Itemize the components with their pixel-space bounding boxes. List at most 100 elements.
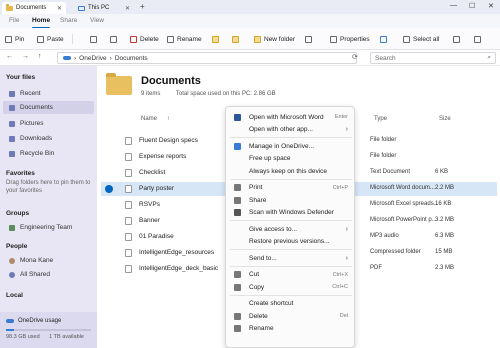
row-checkbox[interactable] [105,201,113,209]
menu-item-send-to[interactable]: Send to... › [230,252,352,264]
invert-selection-button[interactable] [474,33,481,45]
cloud-icon [6,319,14,323]
breadcrumb-separator: › [109,54,112,62]
column-header-name[interactable]: Name ↑ [141,116,170,122]
tab-this-pc[interactable]: This PC ✕ [74,2,134,14]
maximize-button[interactable]: ☐ [469,2,475,10]
clock-icon [9,90,15,97]
menu-divider [230,249,352,250]
sidebar-item-mona-kane[interactable]: Mona Kane [3,254,94,267]
column-header-size[interactable]: Size [439,116,451,122]
menu-item-label: Create shortcut [249,300,294,307]
menu-item-print[interactable]: Print Ctrl+P [230,182,352,194]
file-size: 6.3 MB [435,233,455,239]
menu-item-open-with-other-app[interactable]: Open with other app... › [230,124,352,136]
close-window-button[interactable]: ✕ [488,2,494,10]
chevron-right-icon: › [345,225,348,233]
menu-item-always-keep-on-this-device[interactable]: Always keep on this device [230,165,352,177]
row-checkbox[interactable] [105,217,113,225]
close-tab-icon[interactable]: ✕ [57,5,62,12]
people-header: People [6,243,28,250]
sidebar-item-recent[interactable]: Recent [3,87,94,100]
menu-item-delete[interactable]: Delete Del [230,310,352,322]
ribbon-tab-share[interactable]: Share [60,17,77,24]
menu-item-manage-in-onedrive[interactable]: Manage in OneDrive... [230,140,352,152]
ribbon-tab-view[interactable]: View [90,17,104,24]
cloud-icon [234,142,241,150]
row-checkbox[interactable] [105,169,113,177]
copy-button[interactable] [110,33,117,45]
row-checkbox[interactable] [105,233,113,241]
share-icon [234,196,241,204]
sidebar-item-recycle-bin[interactable]: Recycle Bin [3,147,94,160]
breadcrumb[interactable]: › OneDrive › Documents [57,52,357,64]
move-to-button[interactable] [212,33,219,45]
back-button[interactable]: ← [6,53,13,60]
select-all-button[interactable]: Select all [403,33,439,45]
row-checkbox[interactable] [105,249,113,257]
refresh-button[interactable]: ⟳ [352,53,358,61]
onedrive-usage[interactable]: OneDrive usage 98.3 GB used 1 TB availab… [0,312,97,348]
shortcut-hint: Ctrl+X [332,271,348,278]
menu-item-cut[interactable]: Cut Ctrl+X [230,269,352,281]
folder-icon [106,73,132,95]
menu-item-create-shortcut[interactable]: Create shortcut [230,298,352,310]
menu-item-open-with-microsoft-word[interactable]: Open with Microsoft Word Enter [230,111,352,123]
properties-button[interactable]: Properties [330,33,370,45]
sidebar-item-label: Pictures [20,120,44,127]
row-checkbox[interactable] [105,137,113,145]
select-all-icon [403,35,410,43]
breadcrumb-documents[interactable]: Documents [115,55,148,62]
ribbon-tab-home[interactable]: Home [32,17,51,29]
pin-button[interactable]: Pin [5,33,24,45]
your-files-header: Your files [6,74,36,81]
paste-button[interactable]: Paste [37,33,64,45]
new-item-button[interactable] [305,33,312,45]
forward-button[interactable]: → [22,53,29,60]
menu-item-restore-previous-versions[interactable]: Restore previous versions... [230,236,352,248]
new-tab-button[interactable]: + [140,2,145,11]
title-bar: Documents ✕ This PC ✕ + — ☐ ✕ [0,0,500,14]
tab-documents[interactable]: Documents ✕ [2,2,66,14]
rename-button[interactable]: Rename [167,33,202,45]
sidebar-item-documents[interactable]: Documents [3,101,94,114]
select-none-button[interactable] [453,33,460,45]
menu-item-share[interactable]: Share [230,194,352,206]
minimize-button[interactable]: — [450,2,457,9]
row-checkbox[interactable] [105,185,113,193]
menu-item-free-up-space[interactable]: Free up space [230,153,352,165]
ribbon-tab-file[interactable]: File [9,17,19,24]
file-type: File folder [370,137,397,143]
menu-item-label: Cut [249,271,260,278]
blank-icon [234,255,241,262]
sidebar-item-engineering-team[interactable]: Engineering Team [3,221,94,234]
file-name: Party poster [139,185,175,192]
menu-item-scan-with-windows-defender[interactable]: Scan with Windows Defender [230,207,352,219]
usage-label-row: OneDrive usage [6,318,61,324]
file-size: 2.2 MB [435,185,455,191]
row-checkbox[interactable] [105,265,113,273]
usage-available: 1 TB available [49,334,84,340]
sidebar-item-pictures[interactable]: Pictures [3,117,94,130]
menu-item-label: Share [249,196,267,204]
rename-icon [234,325,241,332]
sidebar-item-label: Recent [20,90,41,97]
column-header-type[interactable]: Type [374,116,387,122]
sidebar-item-all-shared[interactable]: All Shared [3,268,94,281]
breadcrumb-onedrive[interactable]: OneDrive [79,55,106,62]
sidebar-item-downloads[interactable]: Downloads [3,132,94,145]
delete-label: Delete [140,35,159,43]
open-button[interactable] [380,33,387,45]
cut-button[interactable] [90,33,97,45]
menu-item-copy[interactable]: Copy Ctrl+C [230,281,352,293]
row-checkbox[interactable] [105,153,113,161]
delete-button[interactable]: Delete [130,33,159,45]
paste-icon [37,35,44,43]
copy-to-button[interactable] [232,33,239,45]
new-folder-button[interactable]: New folder [254,33,295,45]
close-tab-icon[interactable]: ✕ [125,5,130,12]
up-button[interactable]: ↑ [38,53,42,60]
menu-item-give-access-to[interactable]: Give access to... › [230,223,352,235]
menu-item-rename[interactable]: Rename [230,323,352,335]
search-input[interactable]: Search ⌕ [370,52,496,64]
